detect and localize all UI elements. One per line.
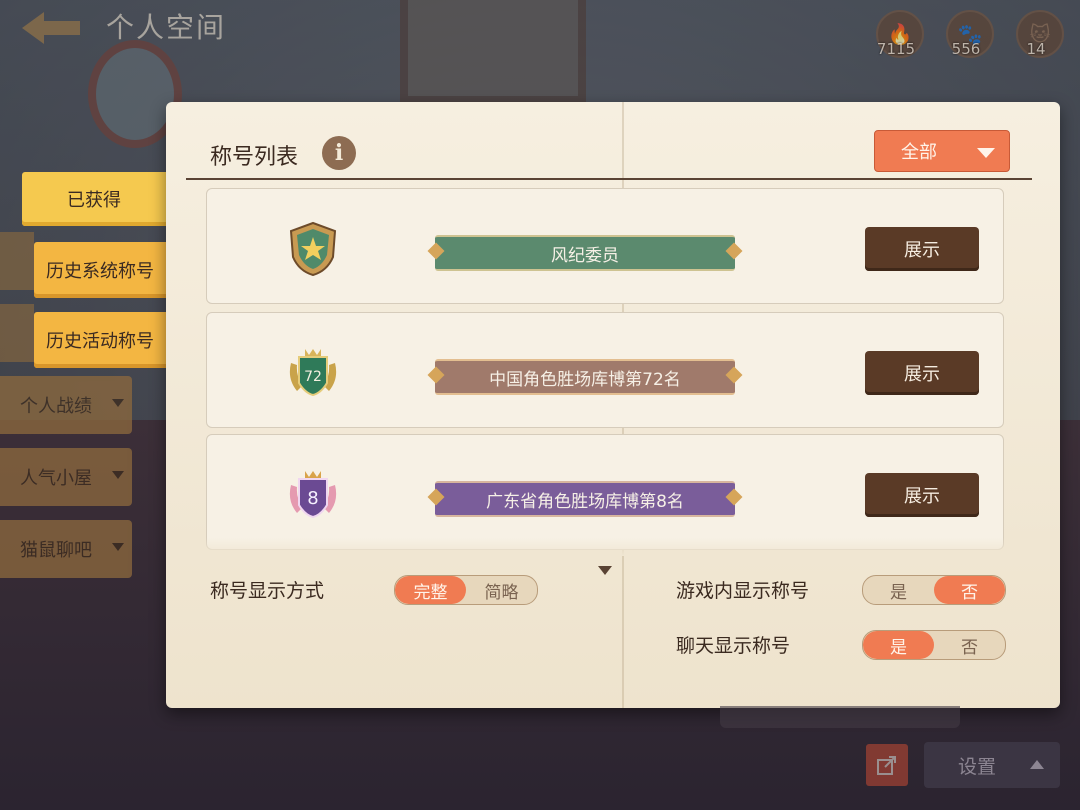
ingame-title-yes-option[interactable]: 是 (863, 576, 934, 604)
display-mode-label: 称号显示方式 (210, 580, 325, 602)
show-title-button[interactable]: 展示 (865, 351, 979, 395)
chevron-down-icon (112, 471, 124, 479)
nav-personal-record-label: 个人战绩 (20, 396, 92, 417)
title-row: 72 中国角色胜场库博第72名 展示 (206, 312, 1004, 428)
nav-side-hidden-1 (0, 232, 34, 290)
chat-title-label: 聊天显示称号 (676, 635, 791, 657)
show-title-button[interactable]: 展示 (865, 473, 979, 517)
title-row: 8 广东省角色胜场库博第8名 展示 (206, 434, 1004, 550)
chevron-down-icon (112, 399, 124, 407)
title-ribbon: 中国角色胜场库博第72名 (435, 359, 735, 395)
title-row: 风纪委员 展示 (206, 188, 1004, 304)
nav-popular-house[interactable]: 人气小屋 (0, 448, 132, 506)
filter-dropdown[interactable]: 全部 (874, 130, 1010, 172)
badge-rank-number: 8 (307, 488, 318, 509)
star-shield-badge-icon (289, 221, 337, 277)
show-title-button[interactable]: 展示 (865, 227, 979, 271)
ingame-title-toggle[interactable]: 是 否 (862, 575, 1006, 605)
ingame-title-label: 游戏内显示称号 (676, 580, 810, 602)
chevron-up-icon (1030, 760, 1044, 769)
tab-history-event-titles[interactable]: 历史活动称号 (34, 312, 166, 368)
title-ribbon: 风纪委员 (435, 235, 735, 271)
title-list[interactable]: 风纪委员 展示 72 中国角色胜场库博第72名 展示 8 广东省角色胜场库博第8… (206, 188, 1006, 552)
display-mode-brief-option[interactable]: 简略 (466, 576, 537, 604)
background-painting (400, 0, 586, 104)
tab-history-system-titles[interactable]: 历史系统称号 (34, 242, 166, 298)
panel-title: 称号列表 (210, 145, 299, 170)
display-mode-toggle[interactable]: 完整 简略 (394, 575, 538, 605)
ingame-title-no-option[interactable]: 否 (934, 576, 1005, 604)
share-button[interactable] (866, 744, 908, 786)
nav-cat-mouse-bar-label: 猫鼠聊吧 (20, 540, 92, 561)
chat-title-no-option[interactable]: 否 (934, 631, 1005, 659)
nav-side-hidden-2 (0, 304, 34, 362)
share-icon (877, 756, 896, 775)
chat-title-yes-option[interactable]: 是 (863, 631, 934, 659)
filter-selected-value: 全部 (901, 142, 937, 163)
scroll-down-icon[interactable] (598, 566, 612, 575)
currency-paw-value: 556 (951, 40, 981, 58)
list-fade (206, 538, 1006, 556)
divider (186, 178, 1032, 180)
nav-popular-house-label: 人气小屋 (20, 468, 92, 489)
info-icon[interactable]: i (322, 136, 356, 170)
page-title: 个人空间 (106, 11, 227, 44)
chat-title-toggle[interactable]: 是 否 (862, 630, 1006, 660)
currency-flame-value: 7115 (876, 40, 916, 58)
badge-rank-number: 72 (304, 369, 322, 385)
background-bar (720, 706, 960, 728)
nav-personal-record[interactable]: 个人战绩 (0, 376, 132, 434)
nav-cat-mouse-bar[interactable]: 猫鼠聊吧 (0, 520, 132, 578)
currency-cat-value: 14 (1026, 40, 1046, 58)
back-button[interactable] (18, 8, 84, 48)
chevron-down-icon (112, 543, 124, 551)
rank-72-badge-icon: 72 (289, 349, 337, 397)
tab-obtained[interactable]: 已获得 (22, 172, 166, 226)
back-arrow-icon (22, 12, 80, 44)
display-mode-full-option[interactable]: 完整 (395, 576, 466, 604)
settings-button-label: 设置 (958, 755, 997, 778)
rank-8-badge-icon: 8 (289, 471, 337, 519)
settings-button[interactable]: 设置 (924, 742, 1060, 788)
dropdown-arrow-icon (977, 148, 995, 158)
title-ribbon: 广东省角色胜场库博第8名 (435, 481, 735, 517)
